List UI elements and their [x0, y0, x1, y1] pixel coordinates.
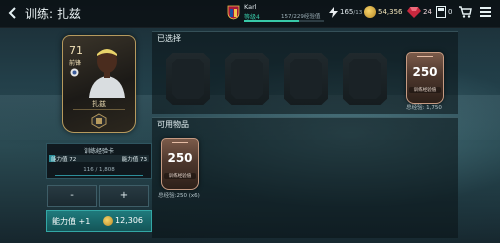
stamina-max: /13	[353, 10, 363, 16]
gem-icon	[407, 7, 421, 18]
player-photo	[89, 49, 125, 98]
slot-inner	[231, 59, 263, 99]
card-divider	[73, 109, 125, 110]
menu-icon[interactable]	[480, 7, 491, 17]
training-progress-panel: 训练经验卡 能力值 72 能力值 73 116 / 1,808	[46, 143, 152, 179]
screen-title: 训练: 扎兹	[25, 7, 81, 21]
player-rating: 71	[69, 44, 83, 57]
current-stat: 能力值 72	[51, 155, 76, 163]
stamina-icon	[329, 7, 338, 18]
coin-icon	[364, 6, 376, 18]
available-items-panel: 可用物品 250 训练经验值 总经验:250 (x6)	[152, 117, 458, 238]
increase-button[interactable]: +	[99, 185, 149, 207]
slot-inner	[290, 59, 322, 99]
manager-xp-bar	[244, 20, 324, 22]
inbox-icon[interactable]	[436, 6, 446, 18]
next-stat-label: 能力值	[121, 157, 139, 163]
apply-training-button[interactable]: 能力值 +1 12,306	[46, 210, 152, 232]
coin-icon	[103, 216, 113, 226]
selected-training-card[interactable]: 250 训练经验值	[406, 52, 444, 104]
manager-name: Karl	[244, 3, 257, 11]
card-trim	[172, 142, 188, 147]
available-card-value: 250	[167, 151, 193, 165]
top-bar: 训练: 扎兹 Karl 等级4 157/229经验值 165/13 54,356…	[0, 0, 500, 28]
available-training-card[interactable]: 250 训练经验值	[161, 138, 199, 190]
coins-counter[interactable]: 54,356	[378, 8, 403, 16]
selected-total-xp: 总经验: 1,750	[406, 105, 442, 111]
player-position: 前锋	[69, 60, 82, 67]
apply-cost: 12,306	[115, 216, 143, 225]
stamina-counter[interactable]: 165/13	[340, 8, 362, 16]
stamina-value: 165	[340, 8, 354, 16]
club-badge-icon	[227, 5, 240, 20]
club-crest-icon	[70, 68, 79, 77]
available-caption: 总经验:250 (x6)	[158, 193, 200, 199]
player-name: 扎兹	[92, 100, 106, 108]
slot-inner	[349, 59, 381, 99]
current-stat-label: 能力值	[51, 157, 68, 163]
empty-slot[interactable]	[343, 53, 387, 105]
store-cart-icon[interactable]	[458, 5, 472, 19]
chemistry-icon	[91, 113, 107, 129]
slot-inner	[172, 59, 204, 99]
available-title: 可用物品	[157, 120, 189, 129]
manager-xp: 157/229经验值	[281, 14, 321, 20]
selected-items-panel: 已选择 250 训练经验值 总经验: 1,750	[152, 31, 458, 114]
training-card-title: 训练经验卡	[83, 148, 114, 155]
back-arrow-icon[interactable]	[6, 6, 20, 20]
selected-card-label: 训练经验值	[409, 87, 441, 93]
apply-label: 能力值 +1	[52, 217, 91, 226]
manager-xp-fill	[244, 20, 300, 22]
current-stat-value: 72	[69, 157, 77, 163]
player-card[interactable]: 71 前锋 扎兹	[62, 35, 136, 133]
next-stat-value: 73	[140, 157, 147, 163]
selected-title: 已选择	[157, 34, 181, 43]
points-counter[interactable]: 24	[423, 8, 432, 16]
next-stat: 能力值 73	[122, 155, 147, 163]
decrease-button[interactable]: -	[47, 185, 97, 207]
inbox-count: 0	[448, 8, 453, 16]
empty-slot[interactable]	[284, 53, 328, 105]
training-xp-line	[55, 175, 143, 176]
available-card-label: 训练经验值	[164, 173, 196, 179]
empty-slot[interactable]	[225, 53, 269, 105]
card-trim	[417, 56, 433, 61]
empty-slot[interactable]	[166, 53, 210, 105]
selected-card-value: 250	[412, 65, 438, 79]
training-xp-text: 116 / 1,808	[83, 167, 115, 173]
